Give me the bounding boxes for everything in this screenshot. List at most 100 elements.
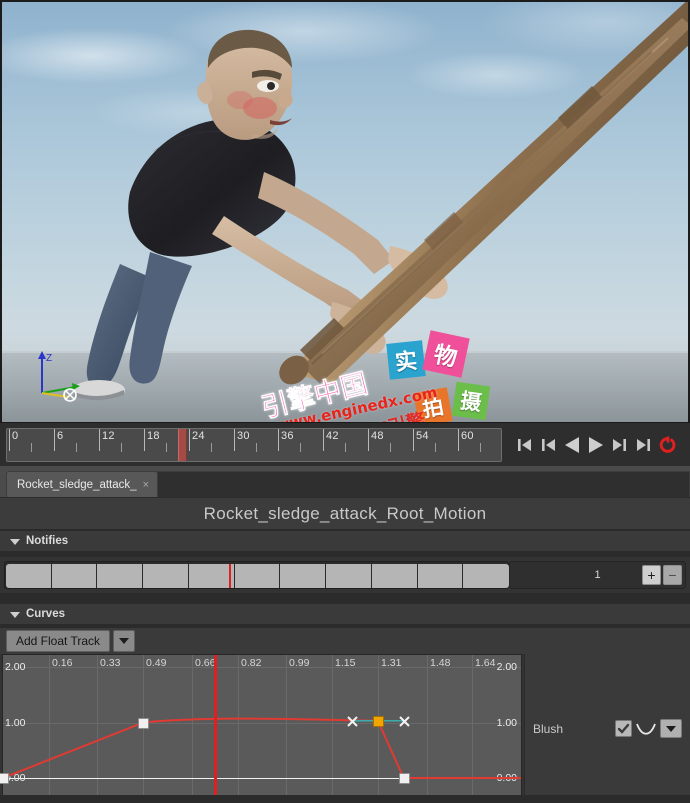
ruler-minor-tick [435, 442, 436, 452]
notifies-section-header[interactable]: Notifies [0, 531, 690, 551]
step-forward-button[interactable] [610, 434, 630, 456]
curve-tangent-handle[interactable] [398, 715, 411, 728]
curve-track-name: Blush [533, 721, 564, 736]
curve-tangent-handle[interactable] [346, 715, 359, 728]
ruler-minor-tick [345, 442, 346, 452]
tab-label: Rocket_sledge_attack_ [17, 478, 137, 491]
play-reverse-button[interactable] [562, 434, 582, 456]
ruler-tick [234, 428, 235, 451]
close-icon[interactable]: × [143, 479, 149, 491]
curve-keyframe[interactable] [398, 773, 410, 784]
curve-enabled-checkbox[interactable] [615, 720, 632, 737]
play-forward-button[interactable] [586, 434, 606, 456]
notify-segment[interactable] [371, 564, 418, 588]
curve-track-header: Blush [524, 654, 690, 803]
timeline-playhead[interactable] [178, 428, 187, 461]
step-backward-button[interactable] [538, 434, 558, 456]
ruler-tick [323, 428, 324, 451]
ruler-tick-label: 0 [12, 429, 19, 442]
ruler-tick [458, 428, 459, 451]
page-title: Rocket_sledge_attack_Root_Motion [203, 503, 487, 523]
curve-options-dropdown-button[interactable] [660, 719, 682, 738]
ruler-tick [189, 428, 190, 451]
notifies-row: 1 + − [0, 557, 690, 593]
notify-segment[interactable] [326, 564, 372, 588]
ruler-tick-label: 30 [237, 429, 250, 442]
ruler-minor-tick [300, 442, 301, 452]
ruler-tick [144, 428, 145, 451]
animation-editor-window: Z 实物拍摄 引擎中国 www.enginedx.com 虚幻引擎 0 6 12 18… [0, 0, 690, 803]
skip-to-end-button[interactable] [634, 434, 654, 456]
curves-toolbar: Add Float Track [0, 628, 690, 654]
collapse-triangle-icon[interactable] [10, 611, 20, 618]
chevron-down-icon [119, 638, 130, 644]
notify-segment[interactable] [188, 564, 235, 588]
add-float-track-button[interactable]: Add Float Track [6, 630, 111, 652]
ruler-minor-tick [31, 442, 32, 452]
ruler-tick-label: 18 [147, 429, 160, 442]
chevron-down-icon [666, 725, 676, 732]
add-notify-track-button[interactable]: + [642, 565, 661, 585]
timeline-bar: 0 6 12 18 24 30 36 42 48 54 60 [0, 422, 690, 466]
bottom-strip [0, 795, 690, 803]
notifies-section-label: Notifies [26, 535, 69, 547]
ruler-tick-label: 60 [461, 429, 474, 442]
ruler-tick-label: 54 [416, 429, 429, 442]
notify-segment[interactable] [463, 564, 509, 588]
tab-strip-filler [157, 471, 690, 497]
notify-segment[interactable] [97, 564, 144, 588]
transform-gizmo[interactable]: Z [28, 347, 84, 403]
curve-shape-icon[interactable] [636, 721, 656, 737]
notify-playhead [228, 564, 231, 588]
curve-tangent-line [351, 720, 404, 722]
ruler-tick [9, 428, 10, 451]
notify-track[interactable] [4, 561, 509, 589]
notify-segment[interactable] [6, 564, 52, 588]
svg-text:Z: Z [46, 353, 52, 364]
record-loop-button[interactable] [658, 434, 678, 456]
curve-editor-area: 0.16 0.33 0.49 0.66 0.82 0.99 1.15 1.31 1.48 1.64… [0, 654, 690, 803]
ruler-minor-tick [76, 442, 77, 452]
curve-keyframe[interactable] [138, 717, 150, 729]
ruler-tick-label: 42 [326, 429, 339, 442]
ruler-tick-label: 6 [57, 429, 64, 442]
playback-transport-controls [514, 434, 678, 456]
ruler-minor-tick [390, 442, 391, 452]
notify-count-label: 1 [594, 569, 601, 581]
collapse-triangle-icon[interactable] [10, 538, 20, 545]
ruler-minor-tick [211, 442, 212, 452]
ruler-minor-tick [480, 442, 481, 452]
notify-segment[interactable] [51, 564, 98, 588]
curves-section-header[interactable]: Curves [0, 604, 690, 624]
asset-title-bar: Rocket_sledge_attack_Root_Motion [0, 498, 690, 530]
curve-plot[interactable]: 0.16 0.33 0.49 0.66 0.82 0.99 1.15 1.31 1.48 1.64… [0, 654, 522, 803]
ruler-minor-tick [166, 442, 167, 452]
curves-section-label: Curves [26, 608, 65, 620]
notify-segment[interactable] [143, 564, 189, 588]
ruler-minor-tick [121, 442, 122, 452]
check-icon [617, 723, 630, 734]
remove-notify-track-button[interactable]: − [663, 565, 682, 585]
curve-keyframe[interactable] [0, 773, 9, 784]
curve-keyframe-selected[interactable] [372, 715, 384, 727]
ruler-tick-label: 24 [192, 429, 205, 442]
skip-to-start-button[interactable] [514, 434, 534, 456]
add-float-track-dropdown-button[interactable] [113, 630, 136, 652]
notify-segment[interactable] [417, 564, 464, 588]
ruler-tick [54, 428, 55, 451]
animation-preview-viewport[interactable]: Z 实物拍摄 引擎中国 www.enginedx.com 虚幻引擎 [0, 0, 690, 422]
notify-count-panel[interactable]: 1 + − [509, 561, 686, 589]
ruler-tick [413, 428, 414, 451]
character-mesh [2, 2, 688, 422]
notify-segment[interactable] [234, 564, 281, 588]
animation-timeline-ruler[interactable]: 0 6 12 18 24 30 36 42 48 54 60 [6, 427, 502, 462]
document-tab-strip: Rocket_sledge_attack_ × [0, 466, 690, 498]
ruler-tick-label: 12 [102, 429, 115, 442]
ruler-minor-tick [256, 442, 257, 452]
ruler-tick [368, 428, 369, 451]
ruler-tick [99, 428, 100, 451]
notify-segment[interactable] [280, 564, 327, 588]
ruler-tick-label: 48 [371, 429, 384, 442]
tab-rocket-sledge-attack[interactable]: Rocket_sledge_attack_ × [6, 471, 158, 497]
ruler-tick-label: 36 [281, 429, 294, 442]
